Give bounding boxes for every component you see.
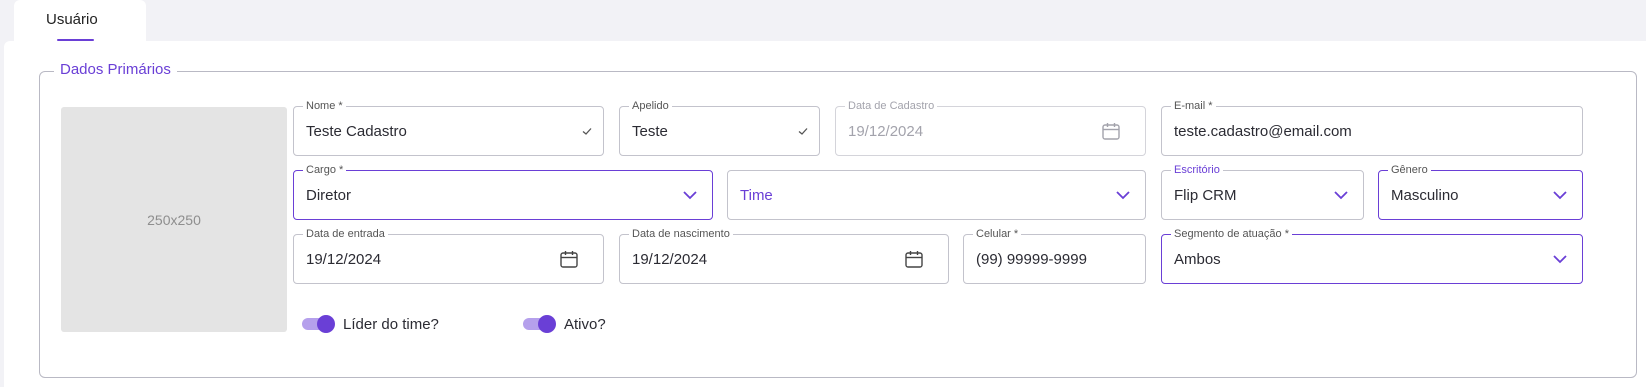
avatar-placeholder-text: 250x250: [147, 211, 201, 228]
calendar-icon: [1101, 107, 1121, 155]
calendar-icon[interactable]: [904, 235, 924, 283]
escritorio-label: Escritório: [1171, 163, 1223, 177]
data-nascimento-value: 19/12/2024: [632, 251, 708, 268]
data-entrada-label: Data de entrada: [303, 227, 388, 241]
segmento-label: Segmento de atuação *: [1171, 227, 1292, 241]
data-entrada-field[interactable]: Data de entrada 19/12/2024: [293, 227, 604, 284]
avatar-upload[interactable]: 250x250: [61, 107, 287, 332]
genero-value: Masculino: [1391, 187, 1459, 204]
lider-toggle[interactable]: [301, 315, 335, 333]
nome-field[interactable]: Nome * Teste Cadastro: [293, 99, 604, 156]
ativo-label: Ativo?: [564, 315, 606, 333]
email-value: teste.cadastro@email.com: [1174, 123, 1352, 140]
ativo-toggle[interactable]: [522, 315, 556, 333]
genero-label: Gênero: [1388, 163, 1431, 177]
data-cadastro-label: Data de Cadastro: [845, 99, 938, 113]
cargo-value: Diretor: [306, 187, 352, 204]
apelido-label: Apelido: [629, 99, 672, 113]
escritorio-value: Flip CRM: [1174, 187, 1237, 204]
segmento-select[interactable]: Segmento de atuação * Ambos: [1161, 227, 1583, 284]
escritorio-select[interactable]: Escritório Flip CRM: [1161, 163, 1364, 220]
chevron-down-icon: [1333, 171, 1349, 219]
data-cadastro-value: 19/12/2024: [848, 123, 924, 140]
tab-bar: Usuário: [0, 0, 1646, 44]
email-label: E-mail *: [1171, 99, 1216, 113]
section-title: Dados Primários: [54, 61, 177, 78]
segmento-value: Ambos: [1174, 251, 1221, 268]
chevron-down-icon: [1552, 235, 1568, 283]
celular-value: (99) 99999-9999: [976, 251, 1087, 268]
apelido-field[interactable]: Apelido Teste: [619, 99, 820, 156]
data-cadastro-field: Data de Cadastro 19/12/2024: [835, 99, 1146, 156]
time-placeholder: Time: [740, 187, 773, 204]
check-icon: [581, 107, 593, 155]
chevron-down-icon: [1115, 171, 1131, 219]
genero-select[interactable]: Gênero Masculino: [1378, 163, 1583, 220]
tab-usuario[interactable]: Usuário: [14, 0, 146, 44]
chevron-down-icon: [682, 171, 698, 219]
nome-value: Teste Cadastro: [306, 123, 407, 140]
cargo-select[interactable]: Cargo * Diretor: [293, 163, 713, 220]
apelido-value: Teste: [632, 123, 668, 140]
cargo-label: Cargo *: [303, 163, 347, 177]
check-icon: [797, 107, 809, 155]
data-nascimento-label: Data de nascimento: [629, 227, 733, 241]
tab-label: Usuário: [46, 11, 98, 28]
email-field[interactable]: E-mail * teste.cadastro@email.com: [1161, 99, 1583, 156]
data-nascimento-field[interactable]: Data de nascimento 19/12/2024: [619, 227, 949, 284]
celular-field[interactable]: Celular * (99) 99999-9999: [963, 227, 1146, 284]
time-select[interactable]: Time: [727, 170, 1146, 220]
chevron-down-icon: [1552, 171, 1568, 219]
celular-label: Celular *: [973, 227, 1022, 241]
nome-label: Nome *: [303, 99, 346, 113]
ativo-toggle-row: Ativo?: [522, 314, 606, 334]
lider-label: Líder do time?: [343, 315, 439, 333]
lider-toggle-row: Líder do time?: [301, 314, 439, 334]
calendar-icon[interactable]: [559, 235, 579, 283]
data-entrada-value: 19/12/2024: [306, 251, 382, 268]
toggle-knob: [317, 315, 335, 333]
toggle-knob: [538, 315, 556, 333]
